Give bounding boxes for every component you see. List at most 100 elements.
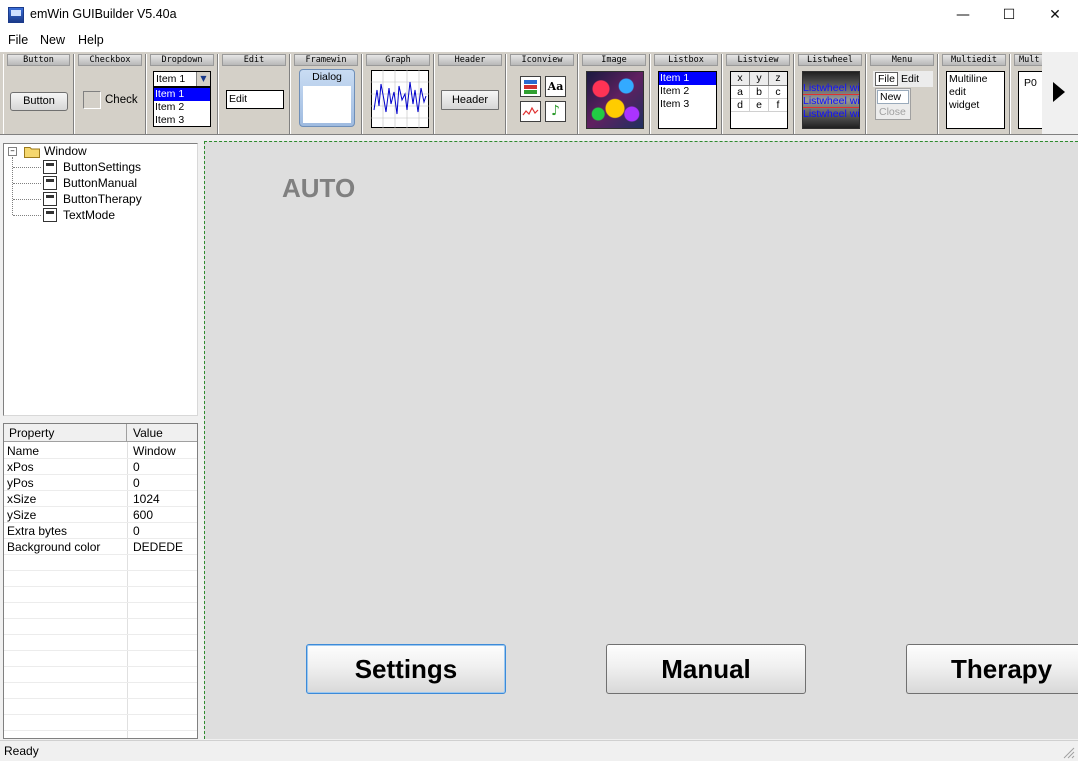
tool-multiedit-label: Multiedit	[942, 54, 1006, 66]
tool-listwheel[interactable]: Listwheel Listwheel wid Listwheel wid Li…	[794, 54, 866, 134]
checkbox-sample-box	[83, 91, 101, 109]
property-row[interactable]: Extra bytes 0	[4, 523, 197, 539]
property-col-header[interactable]: Property	[9, 426, 54, 440]
widget-node-icon	[43, 208, 57, 222]
tool-multipage-label: Mult	[1014, 54, 1042, 66]
property-value[interactable]: Window	[133, 444, 176, 458]
property-row[interactable]: Background color DEDEDE	[4, 539, 197, 555]
menu-sample-bar: File Edit	[873, 71, 933, 87]
menu-new[interactable]: New	[40, 33, 65, 47]
multipage-sample: P0	[1018, 71, 1042, 129]
minimize-button[interactable]: —	[940, 0, 986, 31]
widget-node-icon	[43, 176, 57, 190]
property-row[interactable]: Name Window	[4, 443, 197, 459]
manual-button[interactable]: Manual	[606, 644, 806, 694]
dropdown-list-item: Item 1	[154, 88, 210, 101]
property-name: Name	[7, 444, 40, 458]
edit-sample-text: Edit	[229, 93, 248, 105]
property-value[interactable]: 1024	[133, 492, 160, 506]
property-row[interactable]: ySize 600	[4, 507, 197, 523]
tool-multiedit[interactable]: Multiedit Multiline edit widget	[938, 54, 1010, 134]
toolbar-scroll-right[interactable]	[1042, 52, 1078, 134]
app-icon	[8, 7, 24, 23]
menu-sample-edit: Edit	[901, 73, 920, 85]
property-row[interactable]: xPos 0	[4, 459, 197, 475]
menu-file[interactable]: File	[8, 33, 28, 47]
books-icon	[520, 76, 541, 97]
empty-row	[4, 587, 197, 603]
resize-grip-icon[interactable]	[1062, 746, 1075, 759]
menu-sample-file: File	[875, 72, 898, 86]
property-value[interactable]: 0	[133, 460, 140, 474]
tool-framewin[interactable]: Framewin Dialog	[290, 54, 362, 134]
tool-header-label: Header	[438, 54, 502, 66]
tool-image[interactable]: Image	[578, 54, 650, 134]
widget-node-icon	[43, 192, 57, 206]
tool-listview[interactable]: Listview x y z a b c d e f	[722, 54, 794, 134]
multiedit-line: Multiline	[949, 73, 988, 85]
title-bar: emWin GUIBuilder V5.40a — ☐ ✕	[0, 0, 1078, 31]
property-name: xPos	[7, 460, 34, 474]
tree-root-window[interactable]: Window	[44, 144, 87, 158]
listbox-item: Item 1	[659, 72, 716, 85]
text-mode-label[interactable]: AUTO	[282, 173, 355, 204]
property-name: xSize	[7, 492, 37, 506]
tool-iconview[interactable]: Iconview Aa ♪	[506, 54, 578, 134]
dropdown-selected: Item 1	[156, 73, 186, 85]
property-row[interactable]: yPos 0	[4, 475, 197, 491]
multiedit-line: widget	[949, 99, 980, 111]
tree-node-buttonmanual[interactable]: ButtonManual	[63, 176, 137, 190]
listview-col: z	[775, 72, 781, 84]
listview-cell: c	[775, 86, 781, 98]
settings-button[interactable]: Settings	[306, 644, 506, 694]
chevron-right-icon	[1053, 82, 1065, 102]
collapse-icon[interactable]: –	[8, 147, 17, 156]
tool-edit[interactable]: Edit Edit	[218, 54, 290, 134]
folder-icon	[24, 147, 40, 158]
widget-tree[interactable]: – Window ButtonSettings ButtonManual But…	[3, 143, 198, 416]
tool-checkbox-label: Checkbox	[78, 54, 142, 66]
property-value[interactable]: 0	[133, 476, 140, 490]
tool-iconview-label: Iconview	[510, 54, 574, 66]
tool-checkbox[interactable]: Checkbox Check	[74, 54, 146, 134]
status-bar: Ready	[0, 740, 1078, 761]
design-canvas[interactable]: AUTO Settings Manual Therapy	[204, 141, 1078, 739]
tool-menu[interactable]: Menu File Edit New Close	[866, 54, 938, 134]
listview-col: x	[731, 72, 750, 85]
dropdown-sample-list: Item 1 Item 2 Item 3	[153, 87, 211, 127]
property-panel: Property Value Name Window xPos 0 yPos 0 xS…	[3, 423, 198, 739]
listview-cell: d	[731, 99, 750, 111]
tree-node-textmode[interactable]: TextMode	[63, 208, 115, 222]
tree-node-buttonsettings[interactable]: ButtonSettings	[63, 160, 141, 174]
tool-listbox[interactable]: Listbox Item 1 Item 2 Item 3	[650, 54, 722, 134]
value-col-header[interactable]: Value	[133, 426, 163, 440]
property-row[interactable]: xSize 1024	[4, 491, 197, 507]
dropdown-list-item: Item 2	[155, 101, 185, 113]
tool-dropdown-label: Dropdown	[150, 54, 214, 66]
checkbox-sample-label: Check	[105, 94, 138, 106]
font-icon: Aa	[545, 76, 566, 97]
property-value[interactable]: DEDEDE	[133, 540, 183, 554]
property-value[interactable]: 0	[133, 524, 140, 538]
image-sample	[586, 71, 644, 129]
tool-button[interactable]: Button Button	[3, 54, 74, 134]
close-button[interactable]: ✕	[1032, 0, 1078, 31]
tool-graph[interactable]: Graph	[362, 54, 434, 134]
framewin-title: Dialog	[312, 71, 342, 83]
tool-listwheel-label: Listwheel	[798, 54, 862, 66]
maximize-button[interactable]: ☐	[986, 0, 1032, 31]
tree-node-buttontherapy[interactable]: ButtonTherapy	[63, 192, 142, 206]
property-value[interactable]: 600	[133, 508, 153, 522]
empty-row	[4, 683, 197, 699]
tool-dropdown[interactable]: Dropdown Item 1 ▼ Item 1 Item 2 Item 3	[146, 54, 218, 134]
menu-sample-close: Close	[879, 106, 906, 118]
tool-multipage[interactable]: Mult P0	[1010, 54, 1042, 134]
empty-row	[4, 603, 197, 619]
therapy-button[interactable]: Therapy	[906, 644, 1078, 694]
tool-header[interactable]: Header Header	[434, 54, 506, 134]
multipage-tab: P0	[1024, 77, 1037, 89]
graph-sample	[371, 70, 429, 128]
chevron-down-icon: ▼	[196, 72, 210, 86]
menu-help[interactable]: Help	[78, 33, 104, 47]
widget-node-icon	[43, 160, 57, 174]
